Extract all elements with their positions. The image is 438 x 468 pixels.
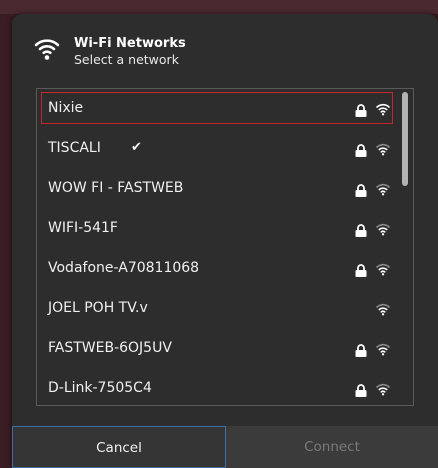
signal-strength-icon xyxy=(376,221,390,236)
network-row[interactable]: D-Link-7505C4 xyxy=(37,370,413,405)
button-bar: Cancel Connect xyxy=(12,426,438,468)
lock-icon xyxy=(355,142,367,157)
network-row[interactable]: Vodafone-A70811068 xyxy=(37,250,413,290)
network-row[interactable]: Nixie xyxy=(37,90,413,130)
lock-icon xyxy=(355,342,367,357)
connected-check-icon: ✔ xyxy=(131,140,142,155)
lock-icon xyxy=(355,382,367,397)
lock-icon xyxy=(355,222,367,237)
dialog-header: Wi-Fi Networks Select a network xyxy=(12,14,438,74)
wifi-dialog: Wi-Fi Networks Select a network Nixie TIS… xyxy=(12,14,438,468)
network-name: Vodafone-A70811068 xyxy=(48,260,200,276)
network-row[interactable]: JOEL POH TV.v xyxy=(37,290,413,330)
network-name: TISCALI xyxy=(48,140,101,156)
network-name: JOEL POH TV.v xyxy=(48,300,148,316)
network-name: Nixie xyxy=(48,100,84,116)
background-strip xyxy=(0,0,438,14)
signal-strength-icon xyxy=(376,381,390,396)
dialog-title: Wi-Fi Networks xyxy=(74,36,186,51)
signal-strength-icon xyxy=(376,101,390,116)
signal-strength-icon xyxy=(376,341,390,356)
network-name: WIFI-541F xyxy=(48,220,118,236)
network-name: D-Link-7505C4 xyxy=(48,380,152,396)
selection-highlight xyxy=(41,92,393,124)
signal-strength-icon xyxy=(376,261,390,276)
network-row[interactable]: WOW FI - FASTWEB xyxy=(37,170,413,210)
cancel-button[interactable]: Cancel xyxy=(12,426,226,468)
network-row[interactable]: WIFI-541F xyxy=(37,210,413,250)
lock-icon xyxy=(355,102,367,117)
network-name: FASTWEB-6OJ5UV xyxy=(48,340,172,356)
network-name: WOW FI - FASTWEB xyxy=(48,180,184,196)
network-list[interactable]: Nixie TISCALI ✔ WOW FI - FASTWEB WIFI-541F Vo… xyxy=(36,88,414,406)
signal-strength-icon xyxy=(376,141,390,156)
wifi-icon xyxy=(34,39,60,60)
connect-button[interactable]: Connect xyxy=(226,426,438,468)
lock-icon xyxy=(355,262,367,277)
list-scrollbar[interactable] xyxy=(402,92,408,186)
signal-strength-icon xyxy=(376,181,390,196)
lock-icon xyxy=(355,182,367,197)
signal-strength-icon xyxy=(376,301,390,316)
network-row[interactable]: FASTWEB-6OJ5UV xyxy=(37,330,413,370)
dialog-subtitle: Select a network xyxy=(74,52,179,67)
network-row[interactable]: TISCALI ✔ xyxy=(37,130,413,170)
